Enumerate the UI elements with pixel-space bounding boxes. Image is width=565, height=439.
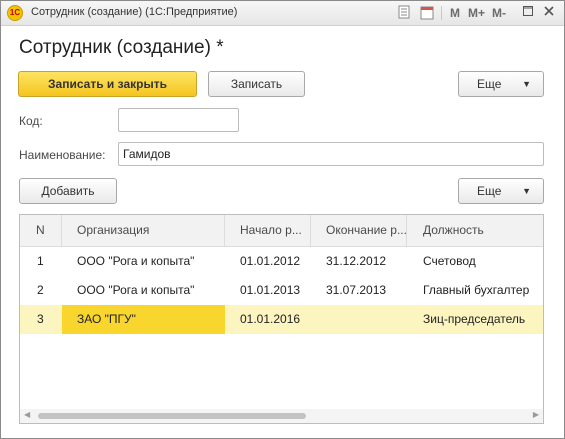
- close-icon[interactable]: [543, 5, 555, 21]
- more-actions-button[interactable]: Еще ▼: [458, 71, 544, 97]
- column-header-position[interactable]: Должность: [407, 215, 543, 246]
- cell-start[interactable]: 01.01.2012: [225, 247, 311, 276]
- page-title: Сотрудник (создание) *: [19, 37, 224, 58]
- cell-position[interactable]: Главный бухгалтер: [407, 276, 543, 305]
- cell-organization-current[interactable]: ЗАО "ПГУ": [62, 305, 225, 334]
- column-header-organization[interactable]: Организация: [62, 215, 225, 246]
- employment-table[interactable]: N Организация Начало р... Окончание р...…: [19, 214, 544, 424]
- table-more-label: Еще: [477, 184, 502, 198]
- save-button[interactable]: Записать: [208, 71, 305, 97]
- code-label: Код:: [19, 114, 43, 128]
- window-title: Сотрудник (создание) (1С:Предприятие): [31, 6, 238, 18]
- table-header: N Организация Начало р... Окончание р...…: [20, 215, 543, 247]
- column-header-n[interactable]: N: [20, 215, 62, 246]
- memory-minus-button[interactable]: M-: [492, 5, 506, 21]
- cell-start[interactable]: 01.01.2013: [225, 276, 311, 305]
- memory-m-button[interactable]: M: [450, 5, 460, 21]
- cell-position[interactable]: Счетовод: [407, 247, 543, 276]
- name-label: Наименование:: [19, 148, 106, 162]
- code-field[interactable]: [118, 108, 239, 132]
- cell-n: 2: [37, 283, 44, 297]
- name-field[interactable]: [118, 142, 544, 166]
- document-icon[interactable]: [397, 5, 411, 21]
- add-row-button[interactable]: Добавить: [19, 178, 117, 204]
- save-and-close-button[interactable]: Записать и закрыть: [18, 71, 197, 97]
- dropdown-arrow-icon: ▼: [522, 79, 531, 89]
- cell-end[interactable]: 31.07.2013: [311, 276, 407, 305]
- cell-organization[interactable]: ООО "Рога и копыта": [62, 247, 225, 276]
- cell-position[interactable]: Зиц-председатель: [407, 305, 543, 334]
- table-row[interactable]: 2 ООО "Рога и копыта" 01.01.2013 31.07.2…: [20, 276, 543, 305]
- cell-end[interactable]: [311, 305, 407, 334]
- cell-organization[interactable]: ООО "Рога и копыта": [62, 276, 225, 305]
- column-header-end[interactable]: Окончание р...: [311, 215, 407, 246]
- calendar-icon[interactable]: [419, 5, 435, 21]
- more-actions-label: Еще: [477, 77, 502, 91]
- memory-plus-button[interactable]: M+: [468, 5, 485, 21]
- table-row-selected[interactable]: 3 ЗАО "ПГУ" 01.01.2016 Зиц-председатель: [20, 305, 543, 334]
- toolbar-separator: [441, 6, 442, 20]
- column-header-start[interactable]: Начало р...: [225, 215, 311, 246]
- cell-start[interactable]: 01.01.2016: [225, 305, 311, 334]
- scroll-right-icon[interactable]: ▶: [533, 410, 539, 419]
- app-logo-icon[interactable]: 1С: [7, 5, 23, 21]
- cell-n: 3: [37, 312, 44, 326]
- horizontal-scrollbar[interactable]: ◀ ▶: [20, 409, 543, 423]
- table-row[interactable]: 1 ООО "Рога и копыта" 01.01.2012 31.12.2…: [20, 247, 543, 276]
- employee-form-window: 1С Сотрудник (создание) (1С:Предприятие)…: [0, 0, 565, 439]
- title-bar: 1С Сотрудник (создание) (1С:Предприятие)…: [1, 1, 564, 26]
- scroll-left-icon[interactable]: ◀: [24, 410, 30, 419]
- cell-n: 1: [37, 254, 44, 268]
- scrollbar-thumb[interactable]: [38, 413, 306, 419]
- dropdown-arrow-icon: ▼: [522, 186, 531, 196]
- maximize-icon[interactable]: [522, 5, 534, 21]
- table-more-button[interactable]: Еще ▼: [458, 178, 544, 204]
- cell-end[interactable]: 31.12.2012: [311, 247, 407, 276]
